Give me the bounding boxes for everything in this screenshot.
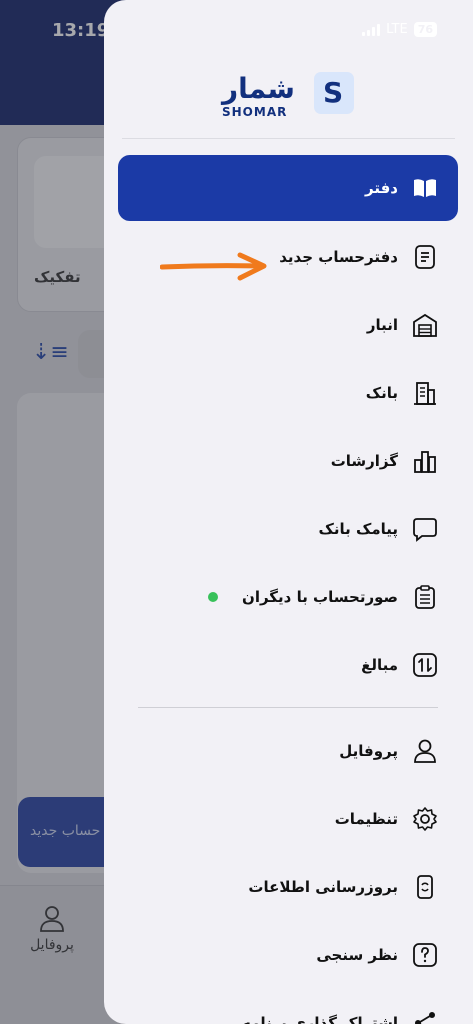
menu-item-settings[interactable]: تنظیمات bbox=[118, 786, 458, 852]
gear-icon bbox=[412, 806, 438, 832]
menu-item-label: دفترحساب جدید bbox=[279, 248, 398, 266]
user-icon bbox=[412, 738, 438, 764]
menu-item-survey[interactable]: نظر سنجی bbox=[118, 922, 458, 988]
menu-item-share-app[interactable]: اشتراک گذاری برنامه bbox=[118, 990, 458, 1024]
network-label: LTE bbox=[386, 22, 408, 37]
logo-mark: S bbox=[314, 72, 354, 114]
menu-item-label: صورتحساب با دیگران bbox=[242, 588, 398, 606]
online-status-dot bbox=[208, 592, 219, 602]
menu-item-label: پیامک بانک bbox=[318, 520, 398, 538]
menu-item-label: مبالغ bbox=[361, 656, 398, 674]
menu-item-label: دفتر bbox=[365, 179, 398, 197]
clipboard-icon bbox=[412, 584, 438, 610]
menu-item-amounts[interactable]: مبالغ bbox=[118, 632, 458, 698]
menu-item-bank-sms[interactable]: پیامک بانک bbox=[118, 496, 458, 562]
menu-item-profile[interactable]: پروفایل bbox=[118, 718, 458, 784]
message-icon bbox=[412, 516, 438, 542]
signal-icon bbox=[362, 23, 381, 36]
logo-fa-text: شمار bbox=[222, 72, 295, 105]
menu-item-label: پروفایل bbox=[339, 742, 398, 760]
status-bar: LTE 76 bbox=[362, 22, 437, 37]
menu-item-warehouse[interactable]: انبار bbox=[118, 292, 458, 358]
divider bbox=[138, 707, 438, 708]
app-logo: شمار SHOMAR S bbox=[222, 72, 357, 120]
menu-item-label: انبار bbox=[366, 316, 398, 334]
menu-item-label: نظر سنجی bbox=[316, 946, 398, 964]
menu-item-shared-bills[interactable]: صورتحساب با دیگران bbox=[118, 564, 458, 630]
share-icon bbox=[412, 1010, 438, 1024]
transfer-icon bbox=[412, 652, 438, 678]
logo-mark-letter: S bbox=[323, 76, 344, 109]
menu-item-sync[interactable]: بروزرسانی اطلاعات bbox=[118, 854, 458, 920]
annotation-arrow-icon bbox=[160, 252, 267, 281]
chart-icon bbox=[412, 448, 438, 474]
menu-item-ledger[interactable]: دفتر bbox=[118, 155, 458, 221]
sync-icon bbox=[412, 874, 438, 900]
warehouse-icon bbox=[412, 312, 438, 338]
menu-item-label: بروزرسانی اطلاعات bbox=[248, 878, 398, 896]
logo-en-text: SHOMAR bbox=[222, 105, 288, 119]
menu-item-label: گزارشات bbox=[330, 452, 398, 470]
menu-item-label: بانک bbox=[365, 384, 398, 402]
menu-item-label: تنظیمات bbox=[334, 810, 398, 828]
menu-item-bank[interactable]: بانک bbox=[118, 360, 458, 426]
book-icon bbox=[412, 175, 438, 201]
side-drawer: LTE 76 شمار SHOMAR S دفتر دفترحساب جدید … bbox=[104, 0, 473, 1024]
menu-item-reports[interactable]: گزارشات bbox=[118, 428, 458, 494]
bank-building-icon bbox=[412, 380, 438, 406]
menu-item-label: اشتراک گذاری برنامه bbox=[242, 1014, 398, 1024]
battery-icon: 76 bbox=[413, 22, 437, 37]
divider bbox=[122, 138, 455, 139]
question-icon bbox=[412, 942, 438, 968]
new-ledger-icon bbox=[412, 244, 438, 270]
